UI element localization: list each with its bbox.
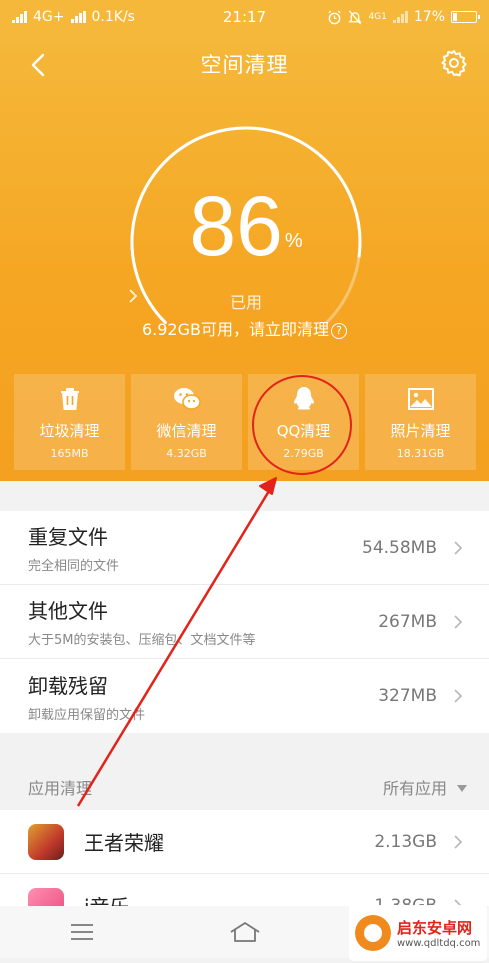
file-category-list: 重复文件 完全相同的文件 54.58MB 其他文件 大于5M的安装包、压缩包、文… — [0, 511, 489, 733]
help-icon[interactable]: ? — [331, 323, 347, 339]
row-subtitle: 大于5M的安装包、压缩包、文档文件等 — [28, 633, 256, 648]
network-type: 4G+ — [33, 9, 65, 25]
chevron-right-icon — [454, 540, 463, 555]
row-size: 54.58MB — [362, 537, 437, 558]
app-name: 王者荣耀 — [84, 831, 164, 855]
card-name: 微信清理 — [156, 422, 217, 440]
alarm-icon — [328, 9, 342, 24]
watermark-name: 启东安卓网 — [397, 919, 473, 937]
status-right: 4G1 17% — [327, 9, 480, 25]
card-wechat-clean[interactable]: 微信清理 4.32GB — [131, 374, 242, 470]
home-button[interactable] — [225, 917, 265, 947]
battery-icon — [451, 11, 480, 23]
chevron-right-icon — [129, 289, 138, 303]
row-size: 327MB — [378, 686, 437, 706]
category-cards: 垃圾清理 165MB 微信清理 4.32GB QQ清理 2.79GB 照片清理 … — [14, 374, 476, 470]
list-item-uninstall-residue[interactable]: 卸载残留 卸载应用保留的文件 327MB — [0, 659, 489, 733]
used-link[interactable]: 已用 — [128, 289, 364, 313]
free-space-text: 6.92GB可用，请立即清理? — [0, 316, 489, 340]
site-watermark: 启东安卓网 www.qdltdq.com — [349, 905, 487, 961]
row-title: 其他文件 — [28, 599, 108, 623]
dropdown-triangle-icon — [457, 785, 467, 792]
card-size: 2.79GB — [283, 447, 324, 460]
row-text: 重复文件 完全相同的文件 — [28, 521, 362, 574]
usage-percent: 86% — [128, 184, 364, 268]
card-name: 照片清理 — [390, 422, 451, 440]
card-size: 4.32GB — [166, 447, 207, 460]
watermark-url: www.qdltdq.com — [397, 938, 481, 949]
battery-percent: 17% — [413, 9, 445, 25]
row-subtitle: 完全相同的文件 — [28, 559, 120, 574]
watermark-text: 启东安卓网 www.qdltdq.com — [397, 917, 480, 949]
card-name: 垃圾清理 — [39, 422, 100, 440]
app-icon — [28, 823, 64, 860]
page-title: 空间清理 — [200, 53, 289, 77]
app-size: 2.13GB — [374, 831, 437, 852]
list-item-duplicate-files[interactable]: 重复文件 完全相同的文件 54.58MB — [0, 511, 489, 585]
percent-sign: % — [284, 230, 303, 252]
row-size: 267MB — [378, 611, 437, 632]
wechat-icon — [173, 388, 201, 410]
menu-button[interactable] — [62, 917, 102, 947]
network-type-2: 4G1 — [368, 12, 387, 22]
card-name: QQ清理 — [276, 422, 331, 440]
picture-icon — [407, 388, 434, 410]
card-size: 165MB — [50, 447, 89, 460]
app-row-honor-of-kings[interactable]: 王者荣耀 2.13GB — [0, 810, 489, 874]
qq-penguin-icon — [293, 387, 314, 410]
app-filter-dropdown[interactable]: 所有应用 — [383, 775, 467, 799]
battery-fill — [453, 13, 457, 21]
chevron-right-icon — [454, 689, 463, 703]
filter-label: 所有应用 — [382, 779, 447, 798]
status-bar: 4G+ 0.1K/s 21:17 4G1 17% — [0, 0, 489, 34]
usage-number: 86 — [189, 179, 283, 273]
mute-icon — [348, 10, 363, 24]
free-space-label: 6.92GB可用，请立即清理 — [141, 320, 329, 339]
menu-icon — [70, 924, 93, 940]
storage-header: 空间清理 86% 已用 6.92GB可用，请立即清理? 垃圾清理 165MB 微… — [0, 34, 489, 481]
status-left: 4G+ 0.1K/s — [12, 9, 202, 25]
row-text: 卸载残留 卸载应用保留的文件 — [28, 670, 378, 723]
card-junk-clean[interactable]: 垃圾清理 165MB — [14, 374, 125, 470]
chevron-right-icon — [454, 834, 463, 849]
signal-icon-3 — [392, 11, 408, 23]
app-bar: 空间清理 — [0, 34, 489, 94]
row-text: 其他文件 大于5M的安装包、压缩包、文档文件等 — [28, 595, 378, 648]
card-photo-clean[interactable]: 照片清理 18.31GB — [365, 374, 476, 470]
card-qq-clean[interactable]: QQ清理 2.79GB — [248, 374, 359, 470]
watermark-logo — [355, 915, 391, 951]
chevron-right-icon — [454, 614, 463, 629]
home-icon — [230, 922, 259, 942]
gear-icon[interactable] — [439, 48, 469, 78]
used-label: 已用 — [229, 293, 262, 312]
network-speed: 0.1K/s — [91, 9, 135, 25]
app-clean-header: 应用清理 所有应用 — [0, 764, 489, 810]
app-list: 王者荣耀 2.13GB i音乐 1.38GB — [0, 810, 489, 910]
card-size: 18.31GB — [396, 447, 445, 460]
back-arrow-icon[interactable] — [22, 48, 56, 82]
row-title: 卸载残留 — [28, 673, 108, 698]
signal-icon-2 — [70, 11, 86, 23]
trash-icon — [60, 388, 79, 410]
signal-icon — [12, 11, 27, 23]
row-subtitle: 卸载应用保留的文件 — [28, 707, 146, 723]
list-item-other-files[interactable]: 其他文件 大于5M的安装包、压缩包、文档文件等 267MB — [0, 585, 489, 659]
section-label: 应用清理 — [28, 779, 93, 798]
row-title: 重复文件 — [28, 525, 108, 549]
